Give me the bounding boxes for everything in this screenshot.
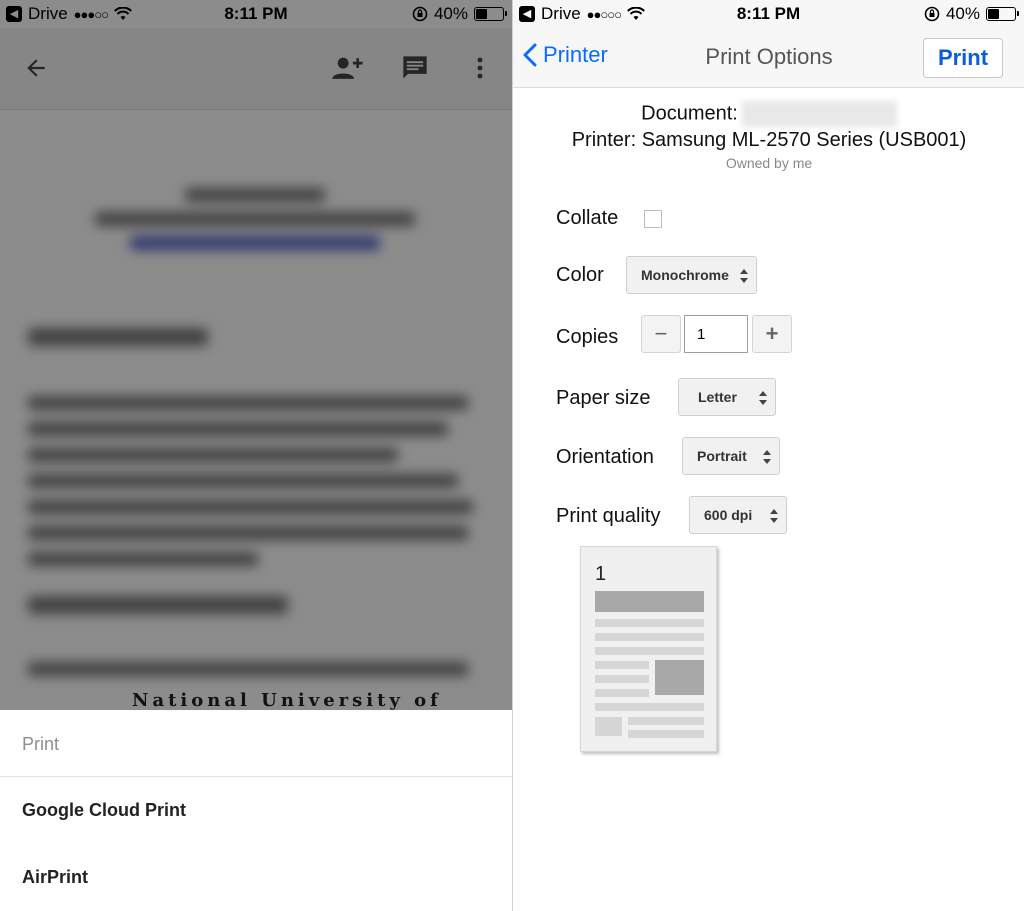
page-number: 1 <box>595 563 607 585</box>
paper-size-select[interactable]: Letter <box>678 378 776 416</box>
print-quality-value: 600 dpi <box>704 507 753 523</box>
print-quality-label: Print quality <box>556 505 661 527</box>
copies-decrement-button[interactable]: − <box>641 315 681 353</box>
copies-input[interactable]: 1 <box>684 315 748 353</box>
navigation-bar: Printer Print Options Print <box>513 28 1024 88</box>
owner-label: Owned by me <box>725 155 813 171</box>
printer-line: Printer: Samsung ML-2570 Series (USB001) <box>571 129 967 151</box>
select-arrows-icon <box>763 450 771 464</box>
print-sheet-title: Print <box>22 734 60 754</box>
orientation-label: Orientation <box>556 446 654 468</box>
airprint-option[interactable]: AirPrint <box>22 867 88 888</box>
status-bar: ◀ Drive ●●○○○ 8:11 PM 40% <box>513 0 1024 28</box>
page-preview-thumbnail[interactable]: 1 <box>580 546 717 752</box>
drive-document-pane: National University of Science ◀ Drive ●… <box>0 0 512 911</box>
battery-percent: 40% <box>945 4 980 23</box>
color-value: Monochrome <box>641 267 729 283</box>
document-name-redacted <box>741 101 897 127</box>
battery-icon <box>986 7 1019 21</box>
collate-label: Collate <box>556 207 619 229</box>
sheet-divider <box>0 776 512 777</box>
document-line: Document: <box>513 101 1024 127</box>
print-bottom-sheet: Print Google Cloud Print AirPrint <box>0 710 512 911</box>
select-arrows-icon <box>740 269 748 283</box>
copies-label: Copies <box>556 326 619 348</box>
print-options-pane: ◀ Drive ●●○○○ 8:11 PM 40% Printer Print … <box>512 0 1024 911</box>
modal-scrim[interactable] <box>0 0 512 710</box>
print-quality-select[interactable]: 600 dpi <box>689 496 787 534</box>
rotation-lock-icon <box>924 6 940 22</box>
google-cloud-print-option[interactable]: Google Cloud Print <box>22 800 186 821</box>
orientation-value: Portrait <box>697 448 747 464</box>
preview-image-block <box>655 660 704 695</box>
orientation-select[interactable]: Portrait <box>682 437 780 475</box>
document-label: Document: <box>641 102 738 125</box>
color-select[interactable]: Monochrome <box>626 256 757 294</box>
select-arrows-icon <box>759 391 767 405</box>
preview-header-block <box>595 591 704 612</box>
color-label: Color <box>556 264 604 286</box>
paper-size-label: Paper size <box>556 387 651 409</box>
collate-checkbox[interactable] <box>644 210 662 228</box>
select-arrows-icon <box>770 509 778 523</box>
paper-size-value: Letter <box>698 389 737 405</box>
print-button[interactable]: Print <box>923 38 1003 78</box>
copies-increment-button[interactable]: + <box>752 315 792 353</box>
